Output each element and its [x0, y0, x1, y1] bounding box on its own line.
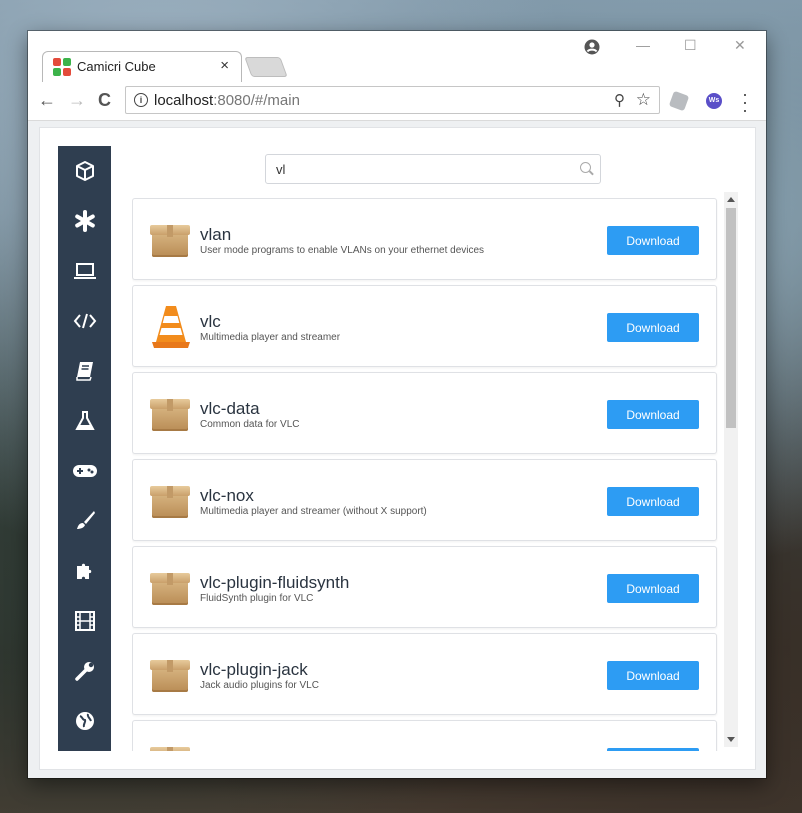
browser-tab[interactable]: Camicri Cube ×	[42, 51, 242, 82]
site-info-icon[interactable]: i	[134, 93, 148, 107]
package-name: vlc	[200, 312, 221, 331]
browser-toolbar: ← → C i localhost:8080/#/main ⚲ ☆ Ws · · ·	[28, 82, 766, 121]
package-name: vlan	[200, 225, 232, 244]
package-card-partial	[132, 720, 717, 751]
download-button-partial[interactable]	[607, 748, 699, 751]
title-bar: Camicri Cube × — ☐ ✕	[28, 31, 766, 82]
sidebar-item-science[interactable]	[58, 401, 111, 441]
bookmark-star-icon[interactable]: ☆	[636, 90, 651, 110]
list-scrollbar[interactable]	[724, 192, 738, 747]
maximize-button[interactable]: ☐	[684, 37, 697, 54]
package-box-icon	[150, 223, 190, 259]
gamepad-icon	[72, 465, 97, 477]
package-name: vlc-plugin-fluidsynth	[200, 573, 350, 592]
package-description: FluidSynth plugin for VLC	[200, 593, 314, 604]
account-icon[interactable]	[584, 39, 600, 55]
package-box-icon	[150, 658, 190, 694]
wrench-icon	[74, 662, 94, 681]
laptop-icon	[73, 263, 96, 279]
close-window-button[interactable]: ✕	[734, 37, 746, 54]
sidebar-item-internet[interactable]	[58, 701, 111, 741]
minimize-button[interactable]: —	[636, 37, 650, 53]
download-button[interactable]: Download	[607, 313, 699, 342]
zoom-icon[interactable]: ⚲	[614, 91, 625, 109]
package-card: vlan User mode programs to enable VLANs …	[132, 198, 717, 280]
package-card: vlc-nox Multimedia player and streamer (…	[132, 459, 717, 541]
download-button[interactable]: Download	[607, 487, 699, 516]
package-card: vlc-plugin-fluidsynth FluidSynth plugin …	[132, 546, 717, 628]
sidebar-item-multimedia[interactable]	[58, 601, 111, 641]
package-card: vlc Multimedia player and streamer Downl…	[132, 285, 717, 367]
sidebar-item-education[interactable]	[58, 351, 111, 391]
browser-window: Camicri Cube × — ☐ ✕ ← → C i localhost:8…	[28, 31, 766, 778]
search-icon[interactable]	[580, 162, 591, 173]
paintbrush-icon	[76, 511, 95, 529]
package-card: vlc-plugin-jack Jack audio plugins for V…	[132, 633, 717, 715]
package-box-icon	[150, 397, 190, 433]
package-description: Multimedia player and streamer	[200, 332, 341, 343]
sidebar-item-accessories[interactable]	[58, 201, 111, 241]
sidebar-item-games[interactable]	[58, 451, 111, 491]
scroll-down-arrow-icon[interactable]	[727, 737, 735, 742]
film-icon	[74, 611, 95, 631]
package-box-icon	[150, 484, 190, 520]
new-tab-button[interactable]	[244, 57, 288, 77]
package-search-input[interactable]: vl	[265, 154, 601, 184]
camicri-favicon-icon	[53, 58, 71, 76]
package-description: Multimedia player and streamer (without …	[200, 506, 427, 517]
url-text: localhost:8080/#/main	[154, 92, 300, 109]
package-box-icon	[150, 745, 190, 751]
extension-icon[interactable]	[668, 90, 690, 112]
forward-button[interactable]: →	[68, 90, 86, 111]
sidebar-item-utilities[interactable]	[58, 651, 111, 691]
package-description: User mode programs to enable VLANs on yo…	[200, 245, 485, 256]
download-button[interactable]: Download	[607, 226, 699, 255]
address-bar[interactable]: i localhost:8080/#/main ⚲ ☆	[125, 86, 660, 114]
package-description: Common data for VLC	[200, 419, 300, 430]
download-button[interactable]: Download	[607, 661, 699, 690]
app-container: vl vlan User mode programs to enable VLA…	[39, 127, 756, 770]
tab-close-icon[interactable]: ×	[220, 57, 229, 74]
ws-extension-icon[interactable]: Ws	[706, 93, 722, 109]
cube-icon	[75, 161, 94, 181]
sidebar-item-plugins[interactable]	[58, 551, 111, 591]
category-sidebar	[58, 146, 111, 751]
asterisk-icon	[74, 210, 95, 232]
flask-icon	[74, 411, 95, 430]
download-button[interactable]: Download	[607, 574, 699, 603]
code-icon	[73, 313, 96, 329]
vlc-cone-icon	[152, 306, 190, 348]
book-icon	[75, 362, 93, 381]
package-box-icon	[150, 571, 190, 607]
scroll-thumb[interactable]	[726, 208, 736, 428]
package-list: vlan User mode programs to enable VLANs …	[132, 198, 718, 751]
package-name: vlc-nox	[200, 486, 254, 505]
puzzle-icon	[76, 563, 91, 579]
package-name: vlc-data	[200, 399, 260, 418]
reload-button[interactable]: C	[98, 90, 111, 111]
sidebar-item-graphics[interactable]	[58, 501, 111, 541]
back-button[interactable]: ←	[38, 90, 56, 111]
browser-menu-icon[interactable]: · · ·	[742, 85, 748, 119]
page-viewport: vl vlan User mode programs to enable VLA…	[28, 121, 766, 778]
tab-title: Camicri Cube	[77, 59, 156, 74]
search-value: vl	[276, 162, 286, 177]
package-card: vlc-data Common data for VLC Download	[132, 372, 717, 454]
globe-icon	[75, 712, 94, 730]
scroll-up-arrow-icon[interactable]	[727, 197, 735, 202]
package-name: vlc-plugin-jack	[200, 660, 308, 679]
sidebar-item-all[interactable]	[58, 151, 111, 191]
package-description: Jack audio plugins for VLC	[200, 680, 319, 691]
sidebar-item-system[interactable]	[58, 251, 111, 291]
sidebar-item-development[interactable]	[58, 301, 111, 341]
download-button[interactable]: Download	[607, 400, 699, 429]
